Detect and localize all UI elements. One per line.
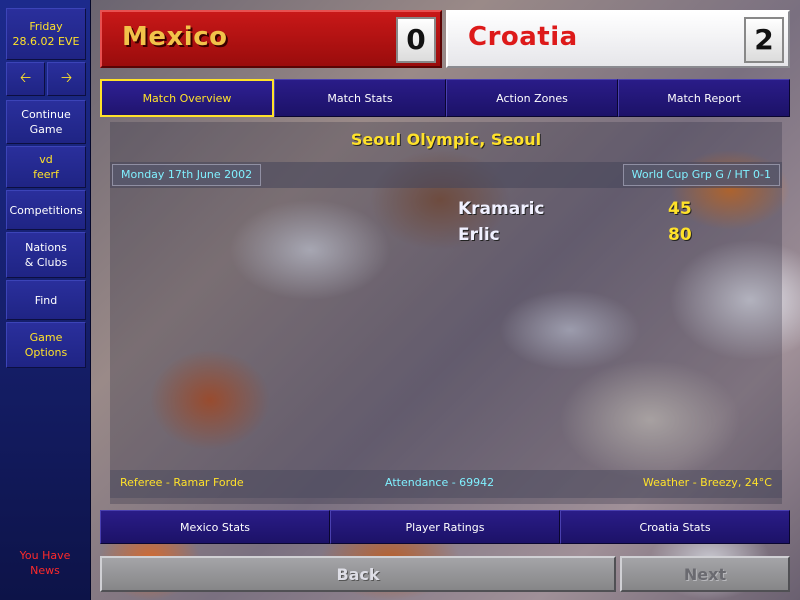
tab-action-zones[interactable]: Action Zones (446, 79, 618, 117)
away-team-name: Croatia (468, 22, 578, 52)
news-label-1: You Have (19, 549, 71, 562)
away-score: 2 (744, 17, 784, 63)
current-date: 28.6.02 EVE (12, 35, 80, 48)
sidebar: Friday 28.6.02 EVE 🡠 🡢 Continue Game vd … (0, 0, 91, 600)
home-team-bar[interactable]: Mexico 0 (100, 10, 442, 68)
manager-label-2: feerf (33, 168, 59, 181)
match-details-bar: Referee - Ramar Forde Attendance - 69942… (110, 470, 782, 498)
current-date-display: Friday 28.6.02 EVE (6, 8, 86, 60)
match-tabs: Match Overview Match Stats Action Zones … (100, 79, 790, 117)
tab-match-stats[interactable]: Match Stats (274, 79, 446, 117)
competitions-label: Competitions (9, 203, 83, 217)
options-label-2: Options (24, 346, 68, 359)
home-score: 0 (396, 17, 436, 63)
continue-game-label-1: Continue (21, 108, 71, 121)
goal-minute: 80 (668, 225, 692, 245)
current-day: Friday (29, 20, 63, 33)
options-label-1: Game (29, 331, 63, 344)
navigation-buttons: Back Next (100, 556, 790, 592)
find-button[interactable]: Find (6, 280, 86, 320)
venue-title: Seoul Olympic, Seoul (350, 130, 542, 149)
goal-scorers: Kramaric 45 Erlic 80 (458, 199, 718, 251)
away-team-bar[interactable]: Croatia 2 (446, 10, 790, 68)
manager-label-1: vd (39, 153, 53, 166)
arrow-right-icon[interactable]: 🡢 (47, 62, 86, 96)
next-button[interactable]: Next (620, 556, 790, 592)
away-stats-button[interactable]: Croatia Stats (560, 510, 790, 544)
nations-label-1: Nations (25, 241, 67, 254)
back-button[interactable]: Back (100, 556, 616, 592)
news-label-2: News (30, 564, 60, 577)
weather-label: Weather - Breezy, 24°C (642, 476, 772, 489)
game-options-button[interactable]: Game Options (6, 322, 86, 368)
nations-clubs-button[interactable]: Nations & Clubs (6, 232, 86, 278)
continue-game-button[interactable]: Continue Game (6, 100, 86, 144)
manager-profile-button[interactable]: vd feerf (6, 146, 86, 188)
goal-scorer-name: Kramaric (458, 199, 545, 219)
arrow-left-icon[interactable]: 🡠 (6, 62, 45, 96)
news-notification[interactable]: You Have News (0, 548, 90, 578)
continue-game-label-2: Game (29, 123, 63, 136)
attendance-label: Attendance - 69942 (385, 476, 495, 489)
home-stats-button[interactable]: Mexico Stats (100, 510, 330, 544)
competition-label: World Cup Grp G / HT 0-1 (622, 164, 780, 186)
tab-match-overview[interactable]: Match Overview (100, 79, 274, 117)
nations-label-2: & Clubs (24, 256, 68, 269)
referee-label: Referee - Ramar Forde (120, 476, 244, 489)
player-ratings-button[interactable]: Player Ratings (330, 510, 560, 544)
match-info-bar: Monday 17th June 2002 World Cup Grp G / … (110, 162, 782, 188)
match-date: Monday 17th June 2002 (112, 164, 262, 186)
goal-minute: 45 (668, 199, 692, 219)
history-nav: 🡠 🡢 (6, 62, 86, 96)
stats-buttons: Mexico Stats Player Ratings Croatia Stat… (100, 510, 790, 544)
goal-scorer-name: Erlic (458, 225, 500, 245)
goal-row[interactable]: Erlic 80 (458, 225, 718, 251)
competitions-button[interactable]: Competitions (6, 190, 86, 230)
home-team-name: Mexico (122, 22, 228, 52)
tab-match-report[interactable]: Match Report (618, 79, 790, 117)
find-label: Find (34, 293, 58, 307)
goal-row[interactable]: Kramaric 45 (458, 199, 718, 225)
